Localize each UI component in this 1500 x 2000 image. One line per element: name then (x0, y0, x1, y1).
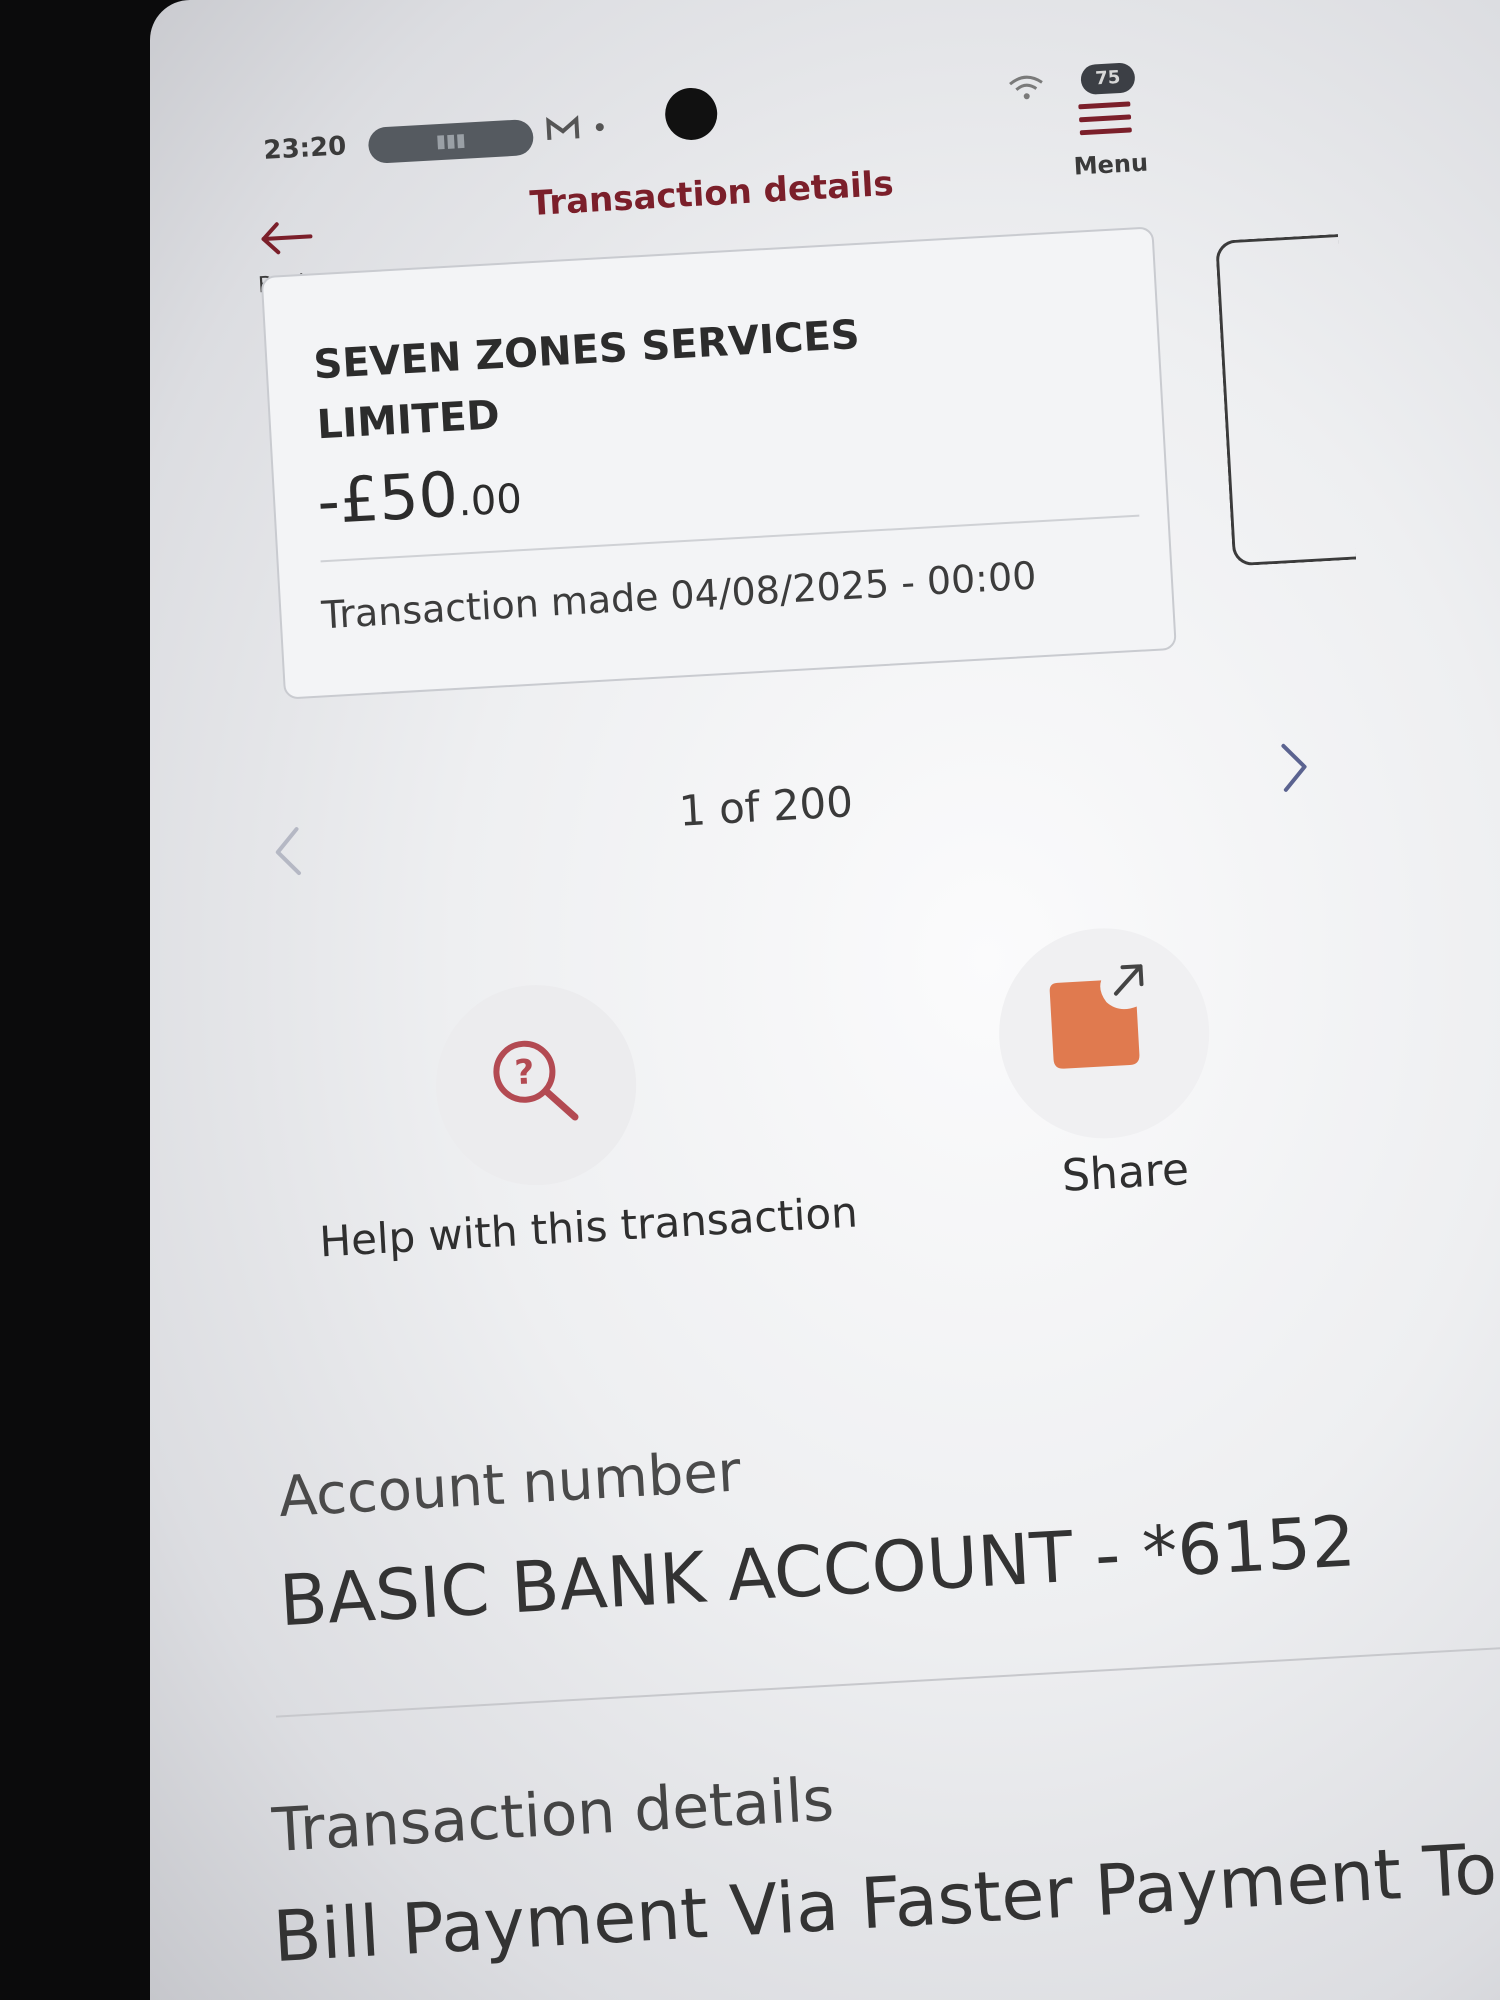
app-screen: 23:20 ▮▮▮ 75 Back Transaction details (150, 0, 1500, 1997)
transaction-date: Transaction made 04/08/2025 - 00:00 (320, 553, 1038, 638)
menu-icon (1078, 101, 1132, 136)
help-label[interactable]: Help with this transaction (318, 1187, 859, 1266)
svg-text:?: ? (513, 1052, 535, 1093)
account-number-heading: Account number (276, 1439, 743, 1531)
account-number-value: BASIC BANK ACCOUNT - *6152 (277, 1500, 1358, 1643)
camera-cutout (663, 86, 719, 142)
status-time: 23:20 (262, 131, 348, 166)
menu-label: Menu (1072, 148, 1149, 181)
share-button[interactable] (993, 922, 1215, 1145)
share-icon (1049, 964, 1144, 1069)
back-arrow-icon (261, 222, 313, 255)
status-pill: ▮▮▮ (367, 118, 535, 165)
next-card-preview[interactable] (1215, 234, 1357, 567)
help-search-icon: ? (493, 1040, 579, 1121)
menu-button[interactable]: Menu (1062, 94, 1167, 189)
phone-screen: 23:20 ▮▮▮ 75 Back Transaction details (150, 0, 1500, 2000)
wifi-icon (1009, 75, 1043, 100)
amount-decimal: .00 (456, 476, 524, 526)
next-arrow-icon[interactable] (1273, 736, 1316, 798)
share-label[interactable]: Share (1061, 1144, 1191, 1202)
pager-count: 1 of 200 (677, 777, 855, 836)
help-button[interactable]: ? (430, 979, 642, 1191)
section-divider (275, 1643, 1500, 1718)
previous-arrow-icon[interactable] (266, 821, 309, 883)
merchant-name: SEVEN ZONES SERVICES LIMITED (312, 311, 861, 449)
page-title: Transaction details (528, 163, 895, 225)
transaction-amount: -£50.00 (315, 454, 524, 539)
transaction-card: SEVEN ZONES SERVICES LIMITED -£50.00 Tra… (260, 226, 1177, 700)
notification-dot (595, 122, 605, 132)
gmail-icon (546, 115, 580, 141)
amount-main: -£50 (315, 457, 460, 539)
battery-indicator: 75 (1080, 62, 1136, 96)
transaction-details-heading: Transaction details (270, 1764, 836, 1866)
